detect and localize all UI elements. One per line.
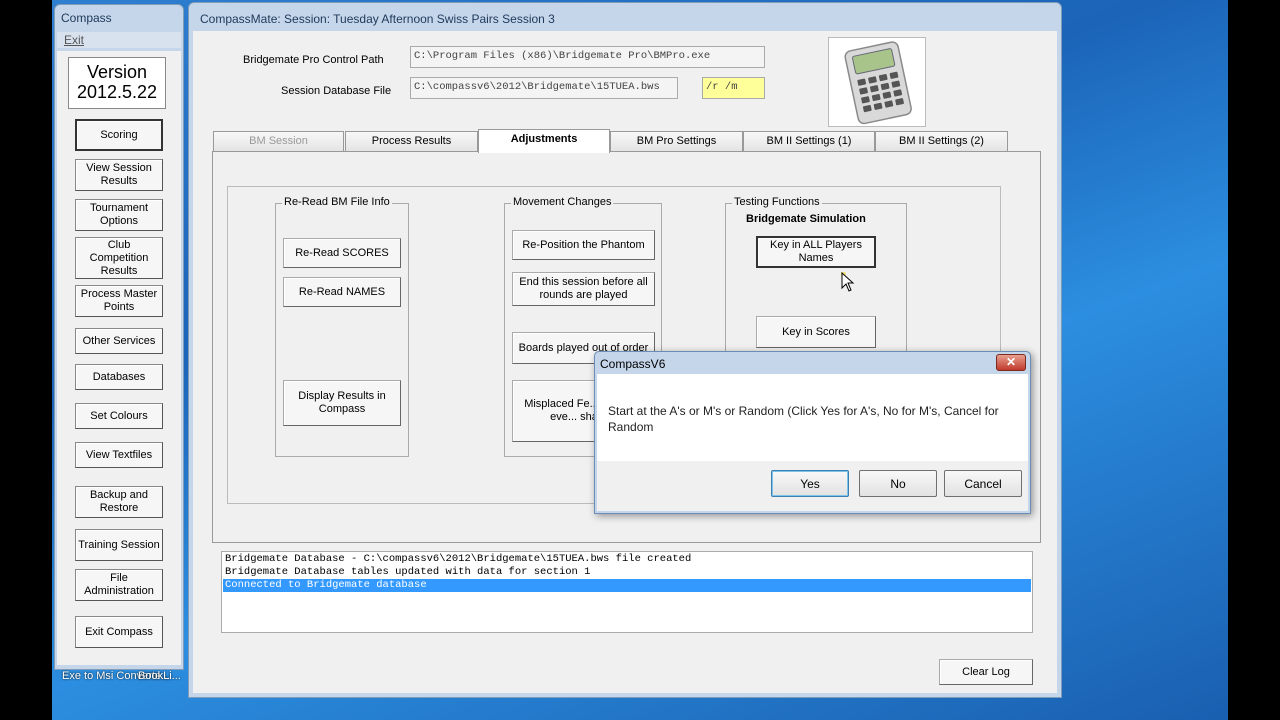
yes-button[interactable]: Yes (771, 470, 849, 497)
reposition-phantom-button[interactable]: Re-Position the Phantom (512, 230, 655, 260)
log-listbox[interactable]: Bridgemate Database - C:\compassv6\2012\… (221, 551, 1033, 633)
session-db-file-label: Session Database File (281, 85, 392, 97)
dialog-body: Start at the A's or M's or Random (Click… (597, 374, 1028, 461)
cancel-button[interactable]: Cancel (944, 470, 1022, 497)
display-results-in-compass-button[interactable]: Display Results in Compass (283, 380, 401, 426)
dialog-message: Start at the A's or M's or Random (Click… (608, 404, 999, 434)
compass-client: Version 2012.5.22 Scoring View Session R… (57, 51, 181, 665)
no-button[interactable]: No (859, 470, 937, 497)
file-administration-button[interactable]: File Administration (75, 569, 163, 601)
other-services-button[interactable]: Other Services (75, 328, 163, 354)
dialog-title: CompassV6 (600, 357, 666, 371)
switches-field[interactable]: /r /m (702, 77, 765, 99)
bridgemate-calculator-image (828, 37, 926, 127)
tab-bm-ii-settings-2[interactable]: BM II Settings (2) (875, 131, 1008, 151)
club-competition-results-button[interactable]: Club Competition Results (75, 237, 163, 279)
tab-process-results[interactable]: Process Results (345, 131, 478, 151)
key-in-scores-button[interactable]: Key in Scores (756, 316, 876, 348)
session-db-file-field[interactable]: C:\compassv6\2012\Bridgemate\15TUEA.bws (410, 77, 678, 99)
version-label: Version (86, 62, 148, 82)
view-session-results-button[interactable]: View Session Results (75, 159, 163, 191)
movement-changes-group-title: Movement Changes (511, 196, 614, 208)
tab-bm-ii-settings-1[interactable]: BM II Settings (1) (743, 131, 875, 151)
version-box: Version 2012.5.22 (68, 57, 166, 109)
compassmate-window-title: CompassMate: Session: Tuesday Afternoon … (200, 12, 555, 26)
reread-scores-button[interactable]: Re-Read SCORES (283, 238, 401, 268)
testing-functions-group-title: Testing Functions (732, 196, 822, 208)
compass-window: Compass Exit Version 2012.5.22 Scoring V… (54, 4, 184, 670)
log-line[interactable]: Bridgemate Database tables updated with … (223, 566, 1031, 579)
testing-functions-group: Testing Functions Bridgemate Simulation … (725, 196, 907, 353)
control-path-field[interactable]: C:\Program Files (x86)\Bridgemate Pro\BM… (410, 46, 765, 68)
bridgemate-simulation-label: Bridgemate Simulation (746, 213, 866, 225)
reread-group-title: Re-Read BM File Info (282, 196, 392, 208)
tab-adjustments[interactable]: Adjustments (478, 129, 610, 153)
compass-menubar: Exit (57, 32, 181, 48)
scoring-button[interactable]: Scoring (75, 119, 163, 151)
view-textfiles-button[interactable]: View Textfiles (75, 442, 163, 468)
screen-border (1228, 0, 1280, 720)
training-session-button[interactable]: Training Session (75, 529, 163, 561)
compassmate-window: CompassMate: Session: Tuesday Afternoon … (188, 2, 1062, 698)
end-session-early-button[interactable]: End this session before all rounds are p… (512, 272, 655, 306)
calculator-icon (844, 41, 912, 125)
tournament-options-button[interactable]: Tournament Options (75, 199, 163, 231)
menu-exit[interactable]: Exit (64, 33, 84, 47)
exit-compass-button[interactable]: Exit Compass (75, 616, 163, 648)
reread-group: Re-Read BM File Info Re-Read SCORES Re-R… (275, 196, 409, 457)
dialog-footer: Yes No Cancel (597, 461, 1028, 511)
close-icon[interactable]: ✕ (996, 354, 1026, 371)
tab-bm-session[interactable]: BM Session (213, 131, 344, 151)
log-line[interactable]: Bridgemate Database - C:\compassv6\2012\… (223, 553, 1031, 566)
reread-names-button[interactable]: Re-Read NAMES (283, 277, 401, 307)
clear-log-button[interactable]: Clear Log (939, 659, 1033, 685)
compass-window-title: Compass (61, 11, 112, 25)
desktop-icon-label[interactable]: BookLi... (138, 670, 181, 682)
control-path-label: Bridgemate Pro Control Path (243, 54, 384, 66)
compassv6-dialog: CompassV6 ✕ Start at the A's or M's or R… (594, 351, 1031, 514)
tab-bm-pro-settings[interactable]: BM Pro Settings (610, 131, 743, 151)
set-colours-button[interactable]: Set Colours (75, 403, 163, 429)
version-number: 2012.5.22 (76, 82, 158, 102)
backup-and-restore-button[interactable]: Backup and Restore (75, 486, 163, 518)
databases-button[interactable]: Databases (75, 364, 163, 390)
mouse-pointer-icon (841, 272, 855, 292)
key-in-all-players-names-button[interactable]: Key in ALL Players Names (756, 236, 876, 268)
log-line-selected[interactable]: Connected to Bridgemate database (223, 579, 1031, 592)
process-master-points-button[interactable]: Process Master Points (75, 285, 163, 317)
